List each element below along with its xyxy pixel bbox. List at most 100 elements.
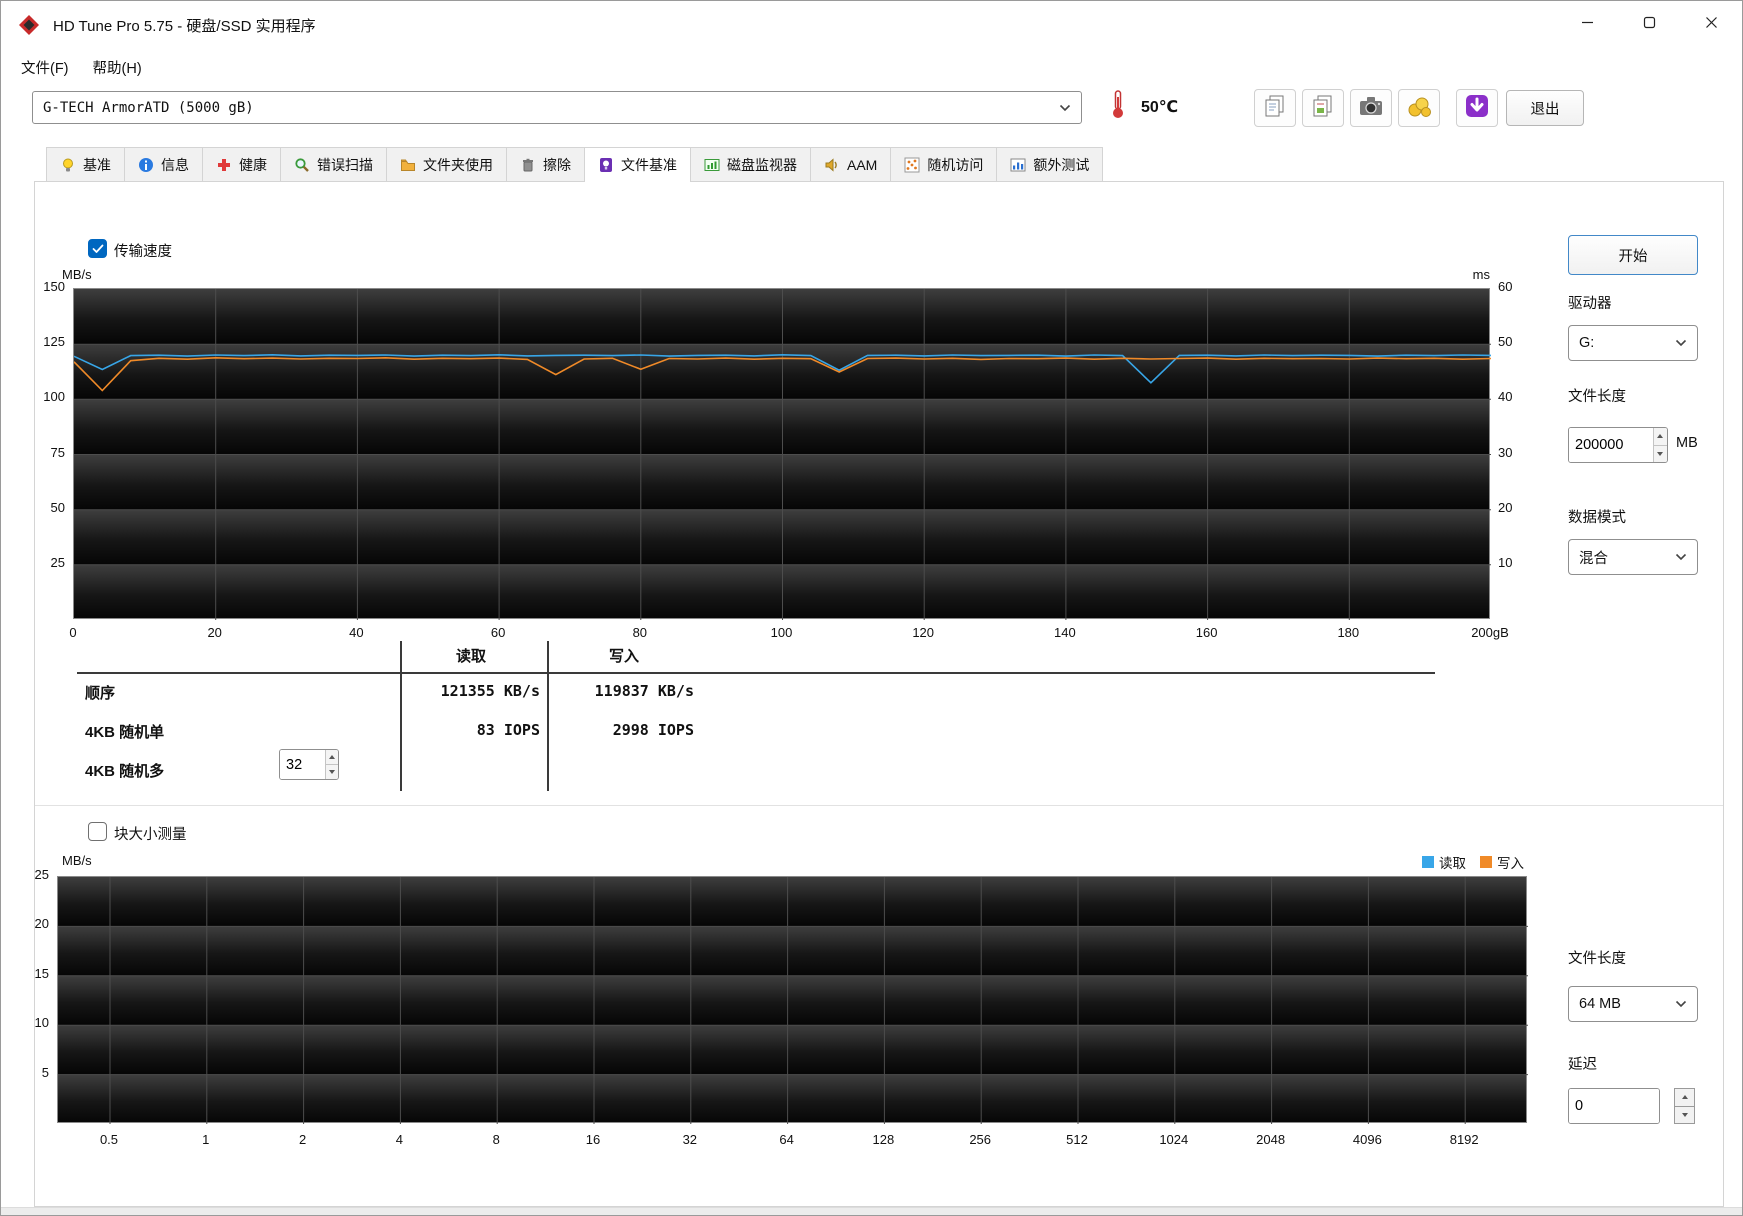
y-tick-right: 40	[1498, 389, 1513, 405]
stats-divider-2	[547, 641, 549, 791]
monitor-icon	[704, 157, 720, 173]
file-length-label: 文件长度	[1568, 389, 1626, 405]
drive-label: 驱动器	[1568, 296, 1612, 312]
maximize-icon	[1643, 16, 1656, 34]
menu-item-help[interactable]: 帮助(H)	[81, 51, 154, 84]
stats-divider-1	[400, 641, 402, 791]
chevron-down-icon	[1675, 553, 1687, 561]
drive-select[interactable]: G-TECH ArmorATD (5000 gB)	[32, 91, 1082, 124]
legend-label: 读取	[1439, 856, 1466, 871]
file-length-up-button[interactable]	[1653, 428, 1667, 445]
exit-button[interactable]: 退出	[1506, 90, 1584, 126]
close-icon	[1705, 16, 1718, 34]
legend-read: 读取	[1422, 852, 1466, 872]
screenshot-button[interactable]	[1350, 89, 1392, 127]
y-tick-right: 50	[1498, 334, 1513, 350]
thermometer-icon	[1109, 89, 1127, 119]
x-tick: 60	[490, 625, 506, 640]
title-bar: HD Tune Pro 5.75 - 硬盘/SSD 实用程序	[1, 1, 1742, 49]
app-window: HD Tune Pro 5.75 - 硬盘/SSD 实用程序 文件(F) 帮助(H…	[0, 0, 1743, 1216]
tab-info[interactable]: 信息	[124, 147, 203, 182]
x-tick: 40	[349, 625, 364, 640]
data-mode-dropdown[interactable]: 混合	[1568, 539, 1698, 575]
tab-label: 擦除	[543, 156, 571, 173]
tab-label: 文件基准	[621, 156, 677, 173]
queue-depth-input[interactable]	[280, 750, 326, 779]
y-tick-left: 10	[34, 1015, 49, 1031]
x-tick: 180	[1337, 625, 1360, 640]
drive-dropdown[interactable]: G:	[1568, 325, 1698, 361]
x-tick: 0.5	[99, 1132, 119, 1147]
queue-depth-stepper[interactable]	[279, 749, 339, 780]
x-tick: 200gB	[1471, 625, 1509, 640]
y-tick-right: 30	[1498, 444, 1513, 460]
delay-stepper	[1674, 1088, 1695, 1124]
tab-label: 健康	[239, 156, 267, 173]
block-size-label: 块大小测量	[114, 827, 187, 843]
delay-field[interactable]	[1568, 1088, 1660, 1124]
file-length-input[interactable]	[1569, 428, 1653, 462]
x-tick: 1024	[1159, 1132, 1189, 1147]
stats-row-label: 顺序	[85, 685, 116, 702]
start-button[interactable]: 开始	[1568, 235, 1698, 275]
copy-image-button[interactable]	[1302, 89, 1344, 127]
tab-label: AAM	[847, 156, 878, 173]
transfer-speed-label: 传输速度	[114, 244, 172, 260]
y-tick-right: 10	[1498, 554, 1513, 570]
maximize-button[interactable]	[1618, 1, 1680, 49]
transfer-speed-checkbox[interactable]	[88, 239, 107, 258]
x-tick: 32	[682, 1132, 698, 1147]
app-logo-icon	[17, 13, 41, 37]
tab-error-scan[interactable]: 错误扫描	[280, 147, 387, 182]
stats-col-read: 读取	[455, 648, 486, 665]
tab-strip: 基准 信息 健康 错误扫描 文件夹使用 擦除 文件基准 磁盘监视器 AAM 随机访问 额外测试	[46, 147, 1104, 183]
stats-row-label: 4KB 随机单	[85, 724, 165, 741]
tab-folder-usage[interactable]: 文件夹使用	[386, 147, 507, 182]
tab-file-benchmark[interactable]: 文件基准	[584, 147, 691, 183]
tab-disk-monitor[interactable]: 磁盘监视器	[690, 147, 811, 182]
x-tick: 100	[770, 625, 793, 640]
window-bottom-strip	[1, 1207, 1742, 1215]
delay-up-button[interactable]	[1674, 1088, 1695, 1106]
queue-depth-up-button[interactable]	[326, 750, 338, 764]
delay-down-button[interactable]	[1674, 1105, 1695, 1124]
section-divider	[35, 805, 1723, 806]
donate-button[interactable]	[1398, 89, 1440, 127]
tab-label: 基准	[83, 156, 111, 173]
coins-icon	[1405, 92, 1433, 125]
queue-depth-down-button[interactable]	[326, 764, 338, 779]
x-tick: 128	[872, 1132, 895, 1147]
legend-swatch	[1422, 856, 1434, 868]
close-button[interactable]	[1680, 1, 1742, 49]
tab-health[interactable]: 健康	[202, 147, 281, 182]
delay-input[interactable]	[1569, 1089, 1659, 1123]
y-tick-right: 60	[1498, 279, 1513, 294]
tab-benchmark[interactable]: 基准	[46, 147, 125, 182]
menu-item-file[interactable]: 文件(F)	[9, 51, 81, 84]
block-file-length-dropdown[interactable]: 64 MB	[1568, 986, 1698, 1022]
file-length-down-button[interactable]	[1653, 444, 1667, 462]
y-axis-unit-right: ms	[1472, 267, 1490, 282]
copy-results-button[interactable]	[1254, 89, 1296, 127]
x-tick: 512	[1066, 1132, 1088, 1147]
block-size-checkbox[interactable]	[88, 822, 107, 841]
tab-random-access[interactable]: 随机访问	[890, 147, 998, 182]
minimize-button[interactable]	[1556, 1, 1618, 49]
tab-extra-tests[interactable]: 额外测试	[996, 147, 1104, 182]
tab-label: 信息	[161, 156, 189, 173]
update-button[interactable]	[1456, 89, 1498, 127]
file-length-stepper[interactable]	[1568, 427, 1668, 463]
tab-aam[interactable]: AAM	[810, 147, 892, 182]
x-tick: 20	[207, 625, 222, 640]
block-file-length-label: 文件长度	[1568, 951, 1626, 967]
y-tick-left: 150	[43, 279, 65, 294]
x-tick: 0	[69, 625, 77, 640]
window-title: HD Tune Pro 5.75 - 硬盘/SSD 实用程序	[53, 17, 316, 35]
stats-row-label: 4KB 随机多	[85, 763, 165, 780]
x-tick: 4	[395, 1132, 403, 1147]
x-tick: 8192	[1449, 1132, 1479, 1147]
tab-erase[interactable]: 擦除	[506, 147, 585, 182]
minimize-icon	[1581, 16, 1594, 34]
temperature-value: 50℃	[1141, 99, 1179, 116]
block-file-length-value: 64 MB	[1579, 996, 1621, 1012]
